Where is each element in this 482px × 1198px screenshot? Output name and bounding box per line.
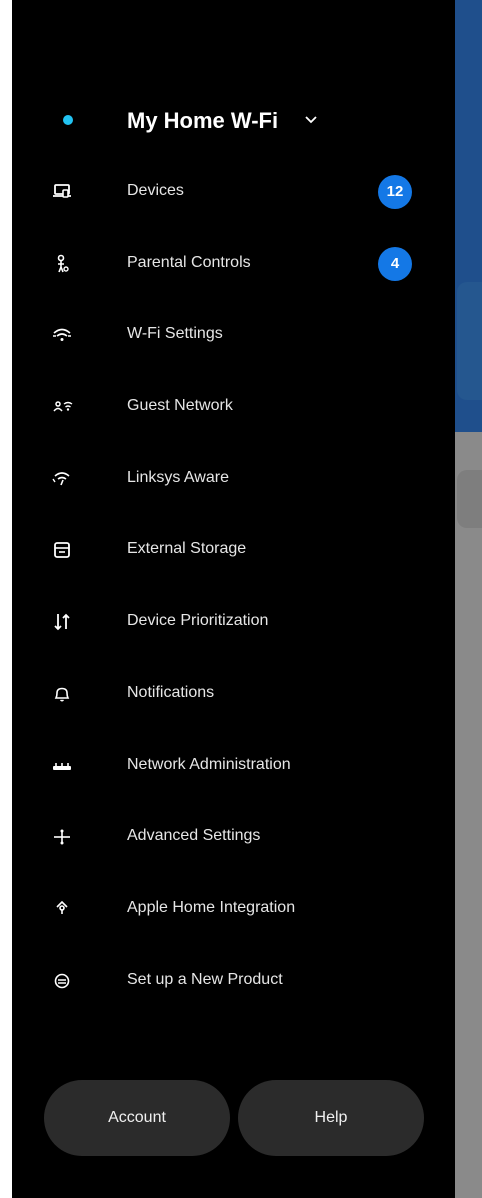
menu-item-label: Set up a New Product	[127, 970, 283, 988]
menu-item-label: Parental Controls	[127, 253, 251, 271]
devices-icon	[50, 180, 74, 204]
network-name: My Home W-Fi	[127, 108, 279, 133]
aware-icon	[50, 467, 74, 491]
menu-item-label: Linksys Aware	[127, 468, 229, 486]
parental-controls-count-badge: 4	[378, 246, 412, 281]
menu-item-label: Guest Network	[127, 397, 233, 415]
menu-item-wifi-settings[interactable]: W-Fi Settings	[12, 299, 455, 371]
menu-item-guest-network[interactable]: Guest Network	[12, 371, 455, 443]
network-status-dot	[63, 115, 73, 125]
drawer-menu: Devices 12 Parental Controls 4 W-Fi Sett…	[12, 156, 455, 1016]
bell-icon	[50, 682, 74, 706]
menu-item-label: Devices	[127, 182, 184, 199]
menu-item-advanced-settings[interactable]: Advanced Settings	[12, 801, 455, 873]
parental-controls-icon	[50, 252, 74, 276]
network-selector[interactable]: My Home W-Fi	[12, 96, 455, 144]
guest-network-icon	[50, 395, 74, 419]
devices-count-badge: 12	[378, 175, 412, 209]
underlying-card	[457, 470, 482, 528]
chevron-down-icon[interactable]	[304, 112, 318, 126]
navigation-drawer: My Home W-Fi Devices 12 Parental Control…	[12, 0, 455, 1198]
menu-item-network-administration[interactable]: Network Administration	[12, 730, 455, 802]
help-button[interactable]: Help	[238, 1080, 424, 1156]
menu-item-parental-controls[interactable]: Parental Controls 4	[12, 228, 455, 300]
underlying-app-backdrop[interactable]	[455, 0, 482, 1198]
setup-icon	[50, 969, 74, 993]
menu-item-notifications[interactable]: Notifications	[12, 658, 455, 730]
menu-item-device-prioritization[interactable]: Device Prioritization	[12, 586, 455, 658]
menu-item-label: Apple Home Integration	[127, 898, 296, 916]
wifi-icon	[50, 323, 74, 347]
menu-item-label: Advanced Settings	[127, 827, 261, 845]
menu-item-label: Notifications	[127, 683, 215, 701]
screen: My Home W-Fi Devices 12 Parental Control…	[0, 0, 482, 1198]
menu-item-label: Network Administration	[127, 755, 291, 773]
menu-item-label: External Storage	[127, 540, 247, 558]
menu-item-label: W-Fi Settings	[127, 325, 223, 343]
storage-icon	[50, 538, 74, 562]
account-button[interactable]: Account	[44, 1080, 230, 1156]
menu-item-setup-new-product[interactable]: Set up a New Product	[12, 945, 455, 1017]
menu-item-linksys-aware[interactable]: Linksys Aware	[12, 443, 455, 515]
menu-item-devices[interactable]: Devices 12	[12, 156, 455, 228]
menu-item-apple-home-integration[interactable]: Apple Home Integration	[12, 873, 455, 945]
menu-item-label: Device Prioritization	[127, 612, 269, 630]
router-icon	[50, 754, 74, 778]
sliders-icon	[50, 825, 74, 849]
underlying-card	[457, 282, 482, 400]
home-integration-icon	[50, 897, 74, 921]
prioritization-icon	[50, 610, 74, 634]
menu-item-external-storage[interactable]: External Storage	[12, 514, 455, 586]
